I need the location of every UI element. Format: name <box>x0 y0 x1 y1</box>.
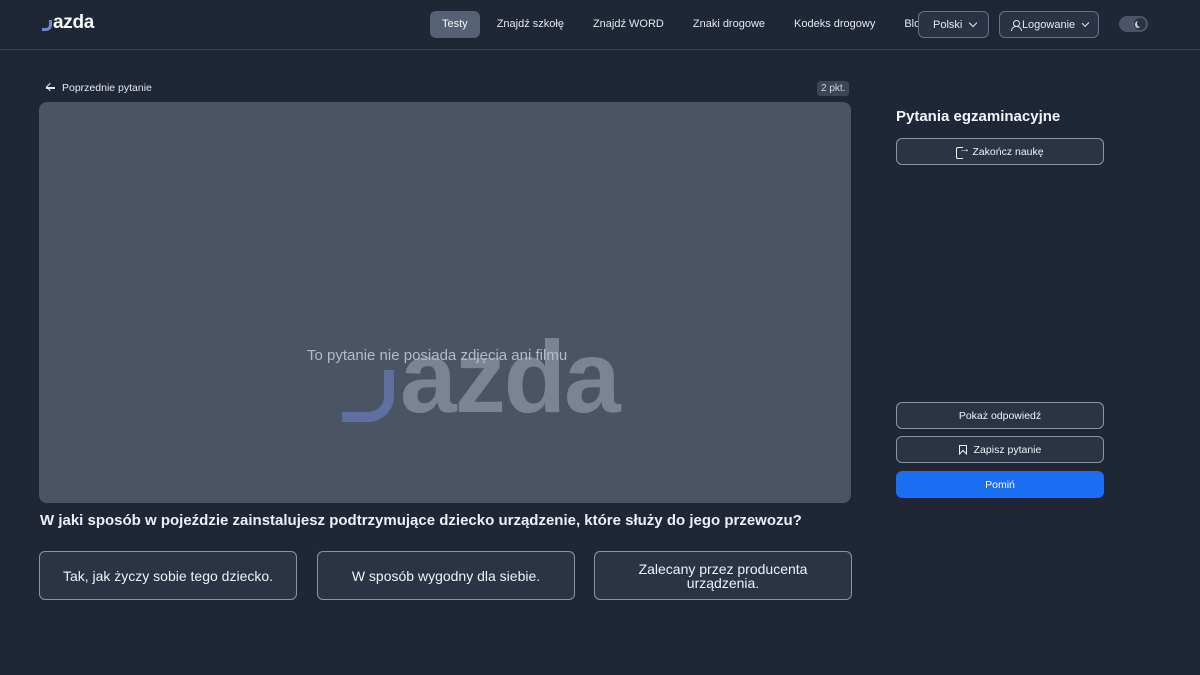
main-nav: Testy Znajdź szkołę Znajdź WORD Znaki dr… <box>430 11 943 38</box>
language-label: Polski <box>933 18 963 31</box>
placeholder-logo-j-mark <box>342 370 394 422</box>
logo-text: azda <box>53 12 95 33</box>
skip-label: Pomiń <box>985 478 1015 491</box>
show-answer-button[interactable]: Pokaż odpowiedź <box>896 402 1104 429</box>
previous-question-label: Poprzednie pytanie <box>62 82 152 94</box>
question-text: W jaki sposób w pojeździe zainstalujesz … <box>40 512 802 529</box>
theme-toggle[interactable] <box>1119 16 1148 32</box>
top-navigation-bar: azda Testy Znajdź szkołę Znajdź WORD Zna… <box>0 0 1200 50</box>
nav-item-kodeks-drogowy[interactable]: Kodeks drogowy <box>782 11 887 38</box>
nav-item-testy[interactable]: Testy <box>430 11 480 38</box>
user-icon <box>1011 19 1022 31</box>
end-learning-label: Zakończ naukę <box>972 145 1044 158</box>
chevron-down-icon <box>969 18 978 28</box>
jazda-logo[interactable]: azda <box>42 13 94 33</box>
question-media-placeholder: azda To pytanie nie posiada zdjęcia ani … <box>39 102 851 503</box>
save-question-label: Zapisz pytanie <box>973 443 1042 456</box>
no-media-message: To pytanie nie posiada zdjęcia ani filmu <box>307 347 568 364</box>
exit-icon <box>956 143 970 159</box>
previous-question-link[interactable]: Poprzednie pytanie <box>46 82 152 94</box>
login-label: Logowanie <box>1021 18 1076 31</box>
answer-option-c[interactable]: Zalecany przez producenta urządzenia. <box>594 551 852 600</box>
login-button[interactable]: Logowanie <box>999 11 1099 38</box>
language-select[interactable]: Polski <box>918 11 989 38</box>
sidebar-title: Pytania egzaminacyjne <box>896 108 1061 125</box>
nav-item-znajdz-word[interactable]: Znajdź WORD <box>581 11 676 38</box>
points-badge: 2 pkt. <box>817 81 850 96</box>
end-learning-button[interactable]: Zakończ naukę <box>896 138 1104 165</box>
chevron-down-icon <box>1081 19 1090 27</box>
placeholder-logo: azda <box>342 320 621 434</box>
moon-icon <box>1134 18 1146 30</box>
skip-button[interactable]: Pomiń <box>896 471 1104 498</box>
bookmark-icon <box>958 444 967 455</box>
answer-option-a[interactable]: Tak, jak życzy sobie tego dziecko. <box>39 551 297 600</box>
answer-option-b[interactable]: W sposób wygodny dla siebie. <box>317 551 575 600</box>
placeholder-logo-text: azda <box>400 320 621 434</box>
nav-item-znaki-drogowe[interactable]: Znaki drogowe <box>681 11 777 38</box>
save-question-button[interactable]: Zapisz pytanie <box>896 436 1104 463</box>
logo-j-mark <box>42 20 52 31</box>
arrow-left-icon <box>46 83 56 93</box>
show-answer-label: Pokaż odpowiedź <box>958 409 1042 422</box>
nav-item-znajdz-szkole[interactable]: Znajdź szkołę <box>485 11 576 38</box>
